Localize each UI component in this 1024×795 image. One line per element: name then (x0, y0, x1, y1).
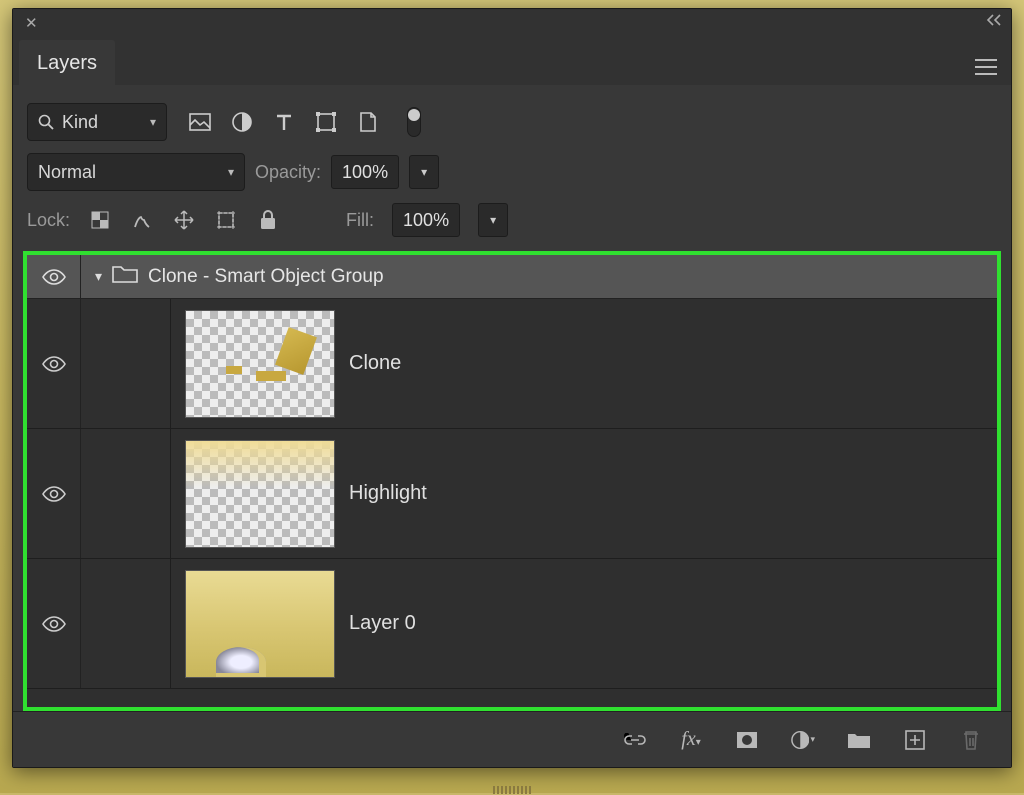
close-icon[interactable]: ✕ (25, 14, 38, 32)
eye-icon (42, 616, 66, 632)
group-name: Clone - Smart Object Group (148, 266, 383, 288)
new-group-icon[interactable] (847, 728, 871, 752)
chevron-down-icon: ▾ (150, 115, 156, 129)
panel-menu-icon[interactable] (975, 59, 997, 75)
eye-icon (42, 486, 66, 502)
lock-all-icon[interactable] (256, 208, 280, 232)
layer-thumbnail[interactable] (185, 310, 335, 418)
opacity-value[interactable]: 100% (331, 155, 399, 189)
new-layer-icon[interactable] (903, 728, 927, 752)
layer-name: Clone (349, 352, 401, 375)
layer-indent (81, 559, 171, 688)
panel-body: Kind ▾ Normal ▾ Opacity: 100% ▾ Lock: (13, 85, 1011, 767)
panel-resize-grip[interactable] (477, 785, 547, 795)
layers-list-highlighted: ▾ Clone - Smart Object Group Clone (23, 251, 1001, 711)
layer-thumbnail[interactable] (185, 570, 335, 678)
lock-transparency-icon[interactable] (88, 208, 112, 232)
layer-name: Highlight (349, 482, 427, 505)
filter-adjustment-icon[interactable] (231, 111, 253, 133)
layer-thumbnail[interactable] (185, 440, 335, 548)
panel-titlebar: ✕ (13, 9, 1011, 37)
layer-style-icon[interactable]: fx▾ (679, 728, 703, 752)
layers-panel: ✕ Layers Kind ▾ (12, 8, 1012, 768)
lock-image-icon[interactable] (130, 208, 154, 232)
layer-mask-icon[interactable] (735, 728, 759, 752)
adjustment-layer-icon[interactable]: ▾ (791, 728, 815, 752)
layer-group-row[interactable]: ▾ Clone - Smart Object Group (27, 255, 997, 299)
layer-name: Layer 0 (349, 612, 416, 635)
lock-position-icon[interactable] (172, 208, 196, 232)
filter-type-dropdown[interactable]: Kind ▾ (27, 103, 167, 141)
filter-type-label: Kind (62, 112, 98, 133)
blend-mode-label: Normal (38, 162, 96, 183)
search-icon (38, 114, 54, 130)
filter-kind-icons (189, 107, 421, 137)
fill-value[interactable]: 100% (392, 203, 460, 237)
filter-toggle[interactable] (407, 107, 421, 137)
visibility-toggle[interactable] (27, 429, 81, 558)
blend-opacity-row: Normal ▾ Opacity: 100% ▾ (13, 147, 1011, 197)
blend-mode-dropdown[interactable]: Normal ▾ (27, 153, 245, 191)
layer-row[interactable]: Clone (27, 299, 997, 429)
lock-label: Lock: (27, 210, 70, 231)
fill-label[interactable]: Fill: (346, 210, 374, 231)
visibility-toggle[interactable] (27, 255, 81, 298)
group-disclosure-icon[interactable]: ▾ (95, 268, 102, 285)
fill-slider-toggle[interactable]: ▾ (478, 203, 508, 237)
tab-layers[interactable]: Layers (19, 40, 115, 85)
layer-indent (81, 429, 171, 558)
lock-artboard-icon[interactable] (214, 208, 238, 232)
filter-type-text-icon[interactable] (273, 111, 295, 133)
layer-row[interactable]: Layer 0 (27, 559, 997, 689)
folder-icon (112, 264, 138, 290)
opacity-label[interactable]: Opacity: (255, 162, 321, 183)
lock-fill-row: Lock: Fill: 100% ▾ (13, 197, 1011, 243)
filter-row: Kind ▾ (13, 97, 1011, 147)
visibility-toggle[interactable] (27, 299, 81, 428)
visibility-toggle[interactable] (27, 559, 81, 688)
layer-indent (81, 299, 171, 428)
filter-smartobject-icon[interactable] (357, 111, 379, 133)
layers-empty-area[interactable] (27, 689, 997, 707)
collapse-panel-icon[interactable] (985, 13, 1003, 29)
filter-pixel-icon[interactable] (189, 111, 211, 133)
filter-shape-icon[interactable] (315, 111, 337, 133)
chevron-down-icon: ▾ (228, 165, 234, 179)
delete-layer-icon[interactable] (959, 728, 983, 752)
eye-icon (42, 269, 66, 285)
opacity-slider-toggle[interactable]: ▾ (409, 155, 439, 189)
layers-footer: fx▾ ▾ (13, 711, 1011, 767)
layer-row[interactable]: Highlight (27, 429, 997, 559)
eye-icon (42, 356, 66, 372)
panel-tabbar: Layers (13, 37, 1011, 85)
link-layers-icon[interactable] (623, 728, 647, 752)
